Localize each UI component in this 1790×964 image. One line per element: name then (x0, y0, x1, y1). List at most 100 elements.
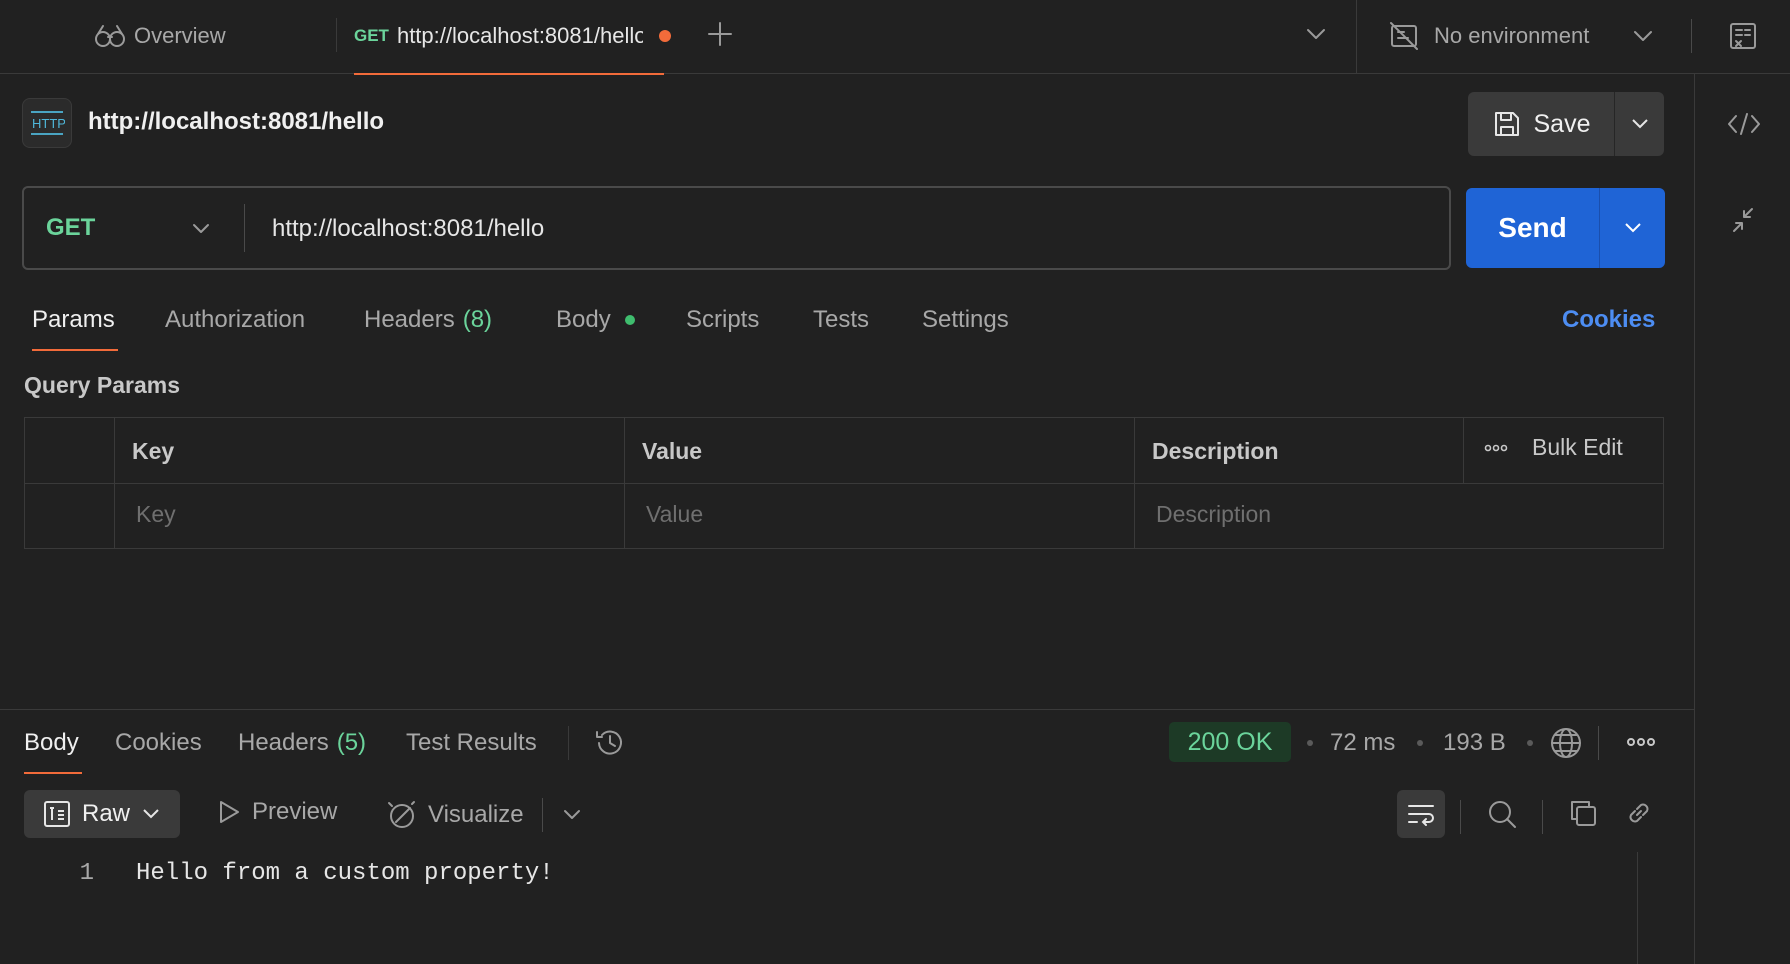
send-options-button[interactable] (1600, 188, 1665, 268)
tab-method: GET (354, 26, 389, 45)
search-icon[interactable] (1486, 798, 1518, 830)
visualize-icon (386, 800, 418, 830)
meta-dot (1307, 740, 1313, 746)
tab-headers-count: (8) (462, 306, 493, 333)
tab-tests[interactable]: Tests (813, 306, 869, 334)
param-key-input[interactable] (134, 498, 518, 530)
link-icon[interactable] (1624, 798, 1654, 828)
chevron-down-icon[interactable] (190, 220, 212, 238)
play-icon (216, 798, 242, 826)
format-label: Raw (82, 800, 131, 827)
format-selector[interactable]: Raw (24, 790, 180, 838)
response-tab-headers-label: Headers (238, 729, 329, 756)
table-col-divider (114, 417, 115, 549)
env-divider (1356, 0, 1357, 74)
response-tab-headers-count: (5) (336, 729, 367, 756)
save-button-group: Save (1468, 92, 1664, 156)
tab-body[interactable]: Body (556, 306, 635, 334)
response-size[interactable]: 193 B (1443, 729, 1506, 757)
preview-button[interactable]: Preview (216, 798, 337, 826)
save-icon (1492, 109, 1522, 139)
chevron-down-icon (1622, 219, 1644, 237)
env-divider (1691, 19, 1693, 53)
code-icon (1726, 110, 1762, 138)
response-tab-body[interactable]: Body (24, 729, 79, 757)
response-tab-cookies[interactable]: Cookies (115, 729, 202, 757)
environment-selector[interactable]: No environment (1388, 18, 1758, 54)
query-params-title: Query Params (24, 372, 180, 398)
active-tab-indicator (24, 772, 82, 774)
tab-authorization[interactable]: Authorization (165, 306, 305, 334)
table-col-divider (624, 417, 625, 549)
bulk-edit-button[interactable]: Bulk Edit (1532, 434, 1623, 461)
visualize-label: Visualize (428, 801, 524, 828)
save-options-button[interactable] (1615, 92, 1664, 156)
svg-text:HTTP: HTTP (32, 116, 65, 131)
column-header-description: Description (1152, 438, 1279, 464)
tab-params[interactable]: Params (32, 306, 115, 334)
wrap-icon (1405, 800, 1437, 828)
meta-divider (1598, 726, 1599, 760)
response-body-line: Hello from a custom property! (136, 860, 554, 887)
param-description-input[interactable] (1154, 498, 1538, 530)
response-time[interactable]: 72 ms (1330, 729, 1395, 757)
param-value-input[interactable] (644, 498, 1028, 530)
more-icon[interactable] (1626, 736, 1656, 748)
variables-icon[interactable] (1728, 21, 1758, 51)
save-button[interactable]: Save (1468, 92, 1615, 156)
tab-overview-label: Overview (134, 23, 226, 48)
copy-icon[interactable] (1568, 798, 1598, 828)
http-icon: HTTP (22, 98, 72, 148)
column-header-key: Key (132, 438, 175, 464)
response-tab-test-results[interactable]: Test Results (406, 729, 537, 757)
chevron-down-icon[interactable] (561, 806, 583, 824)
chevron-down-icon (1304, 24, 1328, 44)
visualize-button[interactable]: Visualize (386, 798, 583, 832)
column-header-value: Value (642, 438, 703, 464)
active-tab-indicator (354, 73, 664, 75)
tab-url: http://localhost:8081/hello (396, 23, 643, 48)
raw-icon (42, 799, 72, 829)
send-button-group: Send (1466, 188, 1665, 268)
url-input[interactable] (270, 198, 1424, 260)
overview-icon (94, 23, 126, 49)
no-environment-icon (1388, 20, 1420, 52)
code-snippet-button[interactable] (1726, 110, 1762, 138)
tabs-overflow-button[interactable] (1304, 24, 1328, 44)
cookies-link[interactable]: Cookies (1562, 306, 1655, 334)
tab-headers-label: Headers (364, 306, 455, 333)
line-number: 1 (79, 860, 94, 887)
meta-dot (1417, 740, 1423, 746)
active-tab-indicator (32, 349, 118, 351)
more-icon[interactable] (1484, 443, 1508, 453)
status-badge: 200 OK (1169, 722, 1291, 762)
collapse-panel-button[interactable] (1730, 206, 1756, 234)
send-button[interactable]: Send (1466, 188, 1600, 268)
globe-icon[interactable] (1549, 726, 1583, 760)
chevron-down-icon (1631, 26, 1655, 46)
request-title[interactable]: http://localhost:8081/hello (88, 108, 384, 136)
table-col-divider (1463, 417, 1464, 483)
plus-icon (706, 20, 734, 48)
visualize-divider (541, 798, 543, 832)
tab-body-label: Body (556, 306, 611, 333)
tab-divider (336, 18, 337, 52)
unsaved-dot (658, 30, 671, 42)
new-tab-button[interactable] (706, 20, 734, 48)
response-divider (0, 709, 1694, 710)
tab-settings[interactable]: Settings (922, 306, 1009, 334)
save-label: Save (1533, 109, 1591, 138)
meta-dot (1527, 740, 1533, 746)
history-icon[interactable] (593, 726, 627, 760)
table-col-divider (1134, 417, 1135, 549)
body-indicator-dot (624, 315, 635, 325)
tab-overview[interactable]: Overview (94, 18, 226, 54)
tab-request[interactable]: GET http://localhost:8081/hello (354, 18, 671, 54)
tab-scripts[interactable]: Scripts (686, 306, 759, 334)
toolbar-divider (1542, 800, 1543, 834)
response-tab-headers[interactable]: Headers (5) (238, 729, 366, 757)
wrap-lines-button[interactable] (1397, 790, 1445, 838)
tab-headers[interactable]: Headers (8) (364, 306, 492, 334)
method-selector[interactable]: GET (46, 214, 95, 242)
right-sidebar-border (1694, 74, 1695, 964)
